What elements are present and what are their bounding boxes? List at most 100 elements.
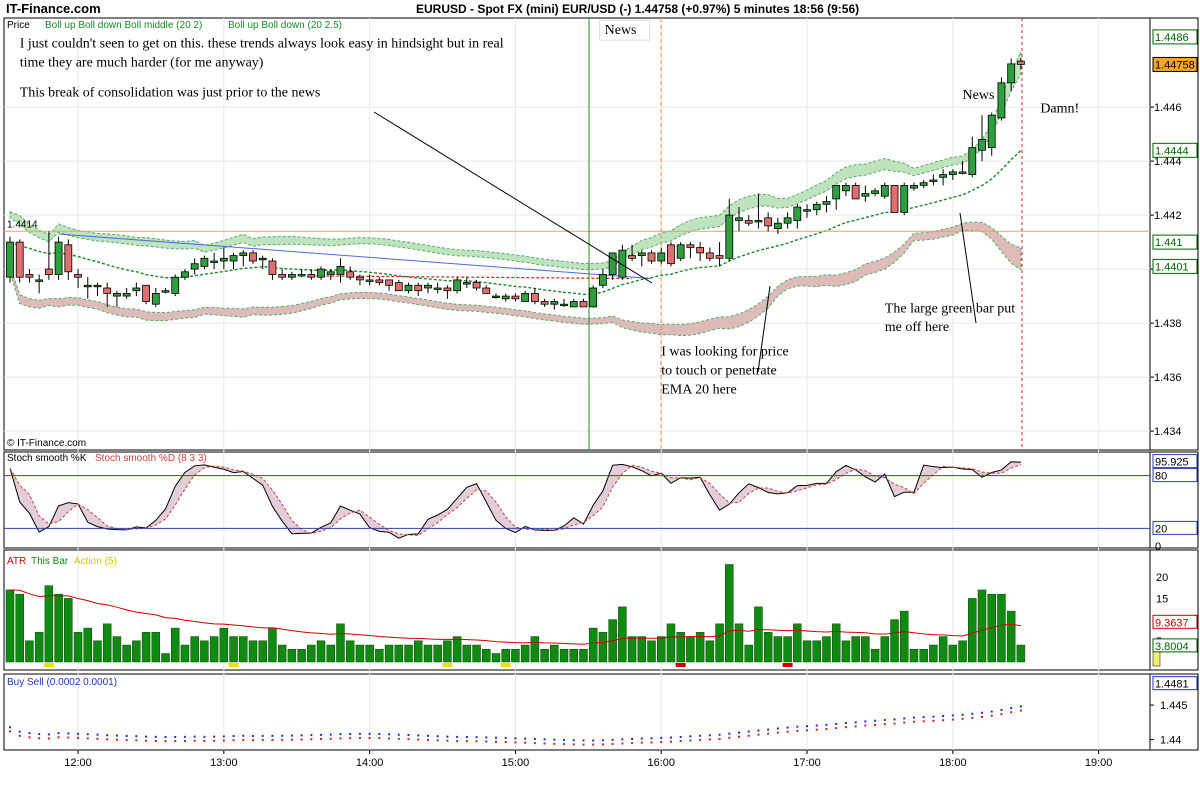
- buy-dot: [349, 732, 352, 735]
- atr-bar: [219, 627, 229, 663]
- sell-dot: [776, 731, 779, 734]
- candle-body: [103, 287, 112, 294]
- chart-annotation: This break of consolidation was just pri…: [20, 85, 321, 100]
- buy-dot: [339, 733, 342, 736]
- brand-logo: IT-Finance.com: [6, 1, 101, 16]
- candle-body: [219, 257, 228, 262]
- atr-bar: [559, 649, 569, 663]
- candle-body: [657, 252, 666, 262]
- atr-bar: [365, 644, 374, 663]
- candle-body: [258, 257, 267, 261]
- buy-dot: [397, 733, 400, 736]
- candle-body: [900, 184, 909, 213]
- buy-dot: [912, 716, 915, 719]
- sell-dot: [38, 737, 41, 740]
- atr-bar: [375, 649, 384, 663]
- candle-body: [239, 252, 248, 256]
- candle-body: [550, 301, 559, 305]
- buy-dot: [835, 722, 838, 725]
- candle-body: [647, 252, 656, 262]
- atr-bar: [899, 610, 909, 663]
- atr-bar: [268, 627, 277, 663]
- atr-bar: [336, 623, 345, 663]
- sell-dot: [154, 739, 157, 742]
- atr-bar: [491, 653, 501, 663]
- sell-dot: [310, 738, 313, 741]
- buy-dot: [854, 721, 857, 724]
- candle-body: [171, 276, 180, 294]
- atr-bar: [25, 640, 34, 663]
- atr-bar: [1006, 610, 1016, 663]
- buy-dot: [990, 710, 993, 713]
- candle-body: [929, 179, 938, 182]
- sell-dot: [9, 730, 11, 733]
- candle-body: [44, 268, 53, 275]
- candle-body: [424, 284, 432, 289]
- chart-annotation: EMA 20 here: [661, 382, 736, 397]
- atr-bar: [132, 640, 141, 663]
- buy-dot: [572, 739, 575, 742]
- chart-annotation: I was looking for price: [661, 345, 789, 360]
- candle-body: [793, 206, 802, 221]
- candle-body: [968, 147, 977, 176]
- sell-dot: [135, 739, 138, 742]
- atr-bar: [705, 640, 715, 663]
- sell-dot: [368, 737, 371, 740]
- buy-dot: [485, 736, 488, 739]
- buy-dot: [47, 733, 50, 736]
- sell-dot: [271, 738, 274, 741]
- candle-body: [375, 279, 384, 283]
- sell-dot: [193, 739, 196, 742]
- price-value-label: 1.4401: [1155, 261, 1189, 273]
- atr-bar: [793, 623, 802, 663]
- candle-body: [190, 263, 199, 270]
- atr-label: ATR: [7, 556, 26, 567]
- candle-body: [744, 220, 753, 224]
- candle-body: [210, 260, 219, 263]
- sell-dot: [183, 739, 186, 742]
- candle-body: [871, 190, 879, 194]
- atr-bar: [588, 627, 598, 663]
- buy-dot: [174, 735, 177, 738]
- buy-dot: [611, 738, 614, 741]
- atr-bar: [54, 593, 63, 663]
- buy-dot: [475, 736, 478, 739]
- atr-bar: [822, 636, 831, 663]
- atr-bar: [783, 636, 792, 663]
- atr-bar: [754, 606, 763, 663]
- candle-body: [725, 214, 734, 259]
- buy-dot: [446, 735, 449, 738]
- atr-bar: [102, 623, 112, 663]
- time-tick-label: 17:00: [793, 757, 821, 769]
- buy-dot: [640, 737, 643, 740]
- sell-dot: [738, 735, 740, 738]
- sell-dot: [407, 738, 410, 741]
- candle-body: [764, 217, 773, 227]
- support-level-label: 1.4414: [7, 219, 38, 230]
- candle-body: [433, 287, 442, 290]
- atr-bar: [666, 623, 676, 663]
- atr-bar: [773, 636, 783, 663]
- buy-dot: [18, 730, 21, 733]
- candle-body: [822, 201, 831, 205]
- atr-bar: [744, 644, 753, 663]
- stoch-k-label: Stoch smooth %K: [7, 453, 87, 464]
- candle-body: [268, 260, 277, 275]
- candle-body: [278, 274, 287, 278]
- candle-body: [530, 292, 539, 302]
- candle-body: [958, 171, 967, 174]
- sell-dot: [669, 740, 672, 743]
- atr-bar: [258, 640, 267, 663]
- atr-bar: [170, 627, 180, 663]
- sell-dot: [388, 737, 391, 740]
- watermark-label: © IT-Finance.com: [7, 438, 86, 449]
- sell-dot: [349, 737, 352, 740]
- buy-dot: [844, 722, 847, 725]
- buy-dot: [67, 732, 70, 735]
- sell-dot: [543, 742, 546, 745]
- buy-dot: [57, 732, 60, 735]
- candle-body: [6, 241, 14, 278]
- atr-bar: [34, 632, 44, 663]
- sell-dot: [582, 743, 585, 746]
- sell-dot: [689, 739, 692, 742]
